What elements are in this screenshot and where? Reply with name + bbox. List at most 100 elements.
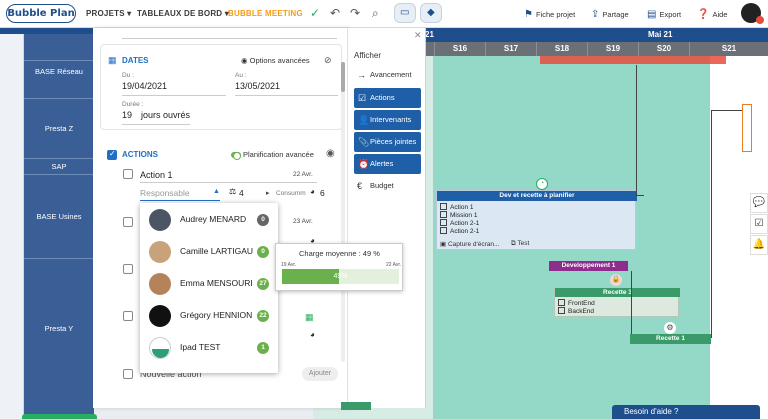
toggle-avancement[interactable]: → Avancement: [354, 66, 421, 84]
eye-icon: ◉: [241, 56, 250, 65]
progress-icon[interactable]: ◔: [536, 178, 548, 190]
nav-bubble-meeting[interactable]: BUBBLE MEETING: [228, 9, 303, 18]
list-item[interactable]: Camille LARTIGAU 0: [140, 236, 278, 267]
action-checkbox[interactable]: [123, 264, 133, 274]
close-icon[interactable]: ✕: [414, 30, 422, 41]
search-icon[interactable]: ⌕: [372, 6, 379, 21]
toggle-pieces-jointes[interactable]: 📎 Pièces jointes: [354, 132, 421, 152]
actions-checkbox[interactable]: [107, 149, 117, 160]
task-item[interactable]: Action 2-1: [440, 219, 479, 227]
list-item[interactable]: Grégory HENNION 22: [140, 300, 278, 331]
task-item[interactable]: Action 2-1: [440, 227, 479, 235]
consum-field[interactable]: 6: [320, 188, 325, 198]
action-date: 23 Avr.: [293, 218, 313, 225]
new-action-checkbox[interactable]: [123, 369, 133, 379]
planification-label: Planification avancée: [243, 150, 314, 159]
lock-icon[interactable]: 🔒: [610, 274, 622, 286]
task-item[interactable]: FrontEnd: [558, 299, 595, 307]
task-developpement[interactable]: Developpement 1: [549, 261, 628, 271]
task-bar-bottom[interactable]: [341, 402, 371, 410]
eye-icon[interactable]: ◉: [326, 148, 335, 159]
dates-title: DATES: [122, 56, 149, 65]
planification-toggle[interactable]: [231, 152, 241, 160]
checkbox-icon: ☑: [358, 93, 367, 103]
aide-button[interactable]: ❓ Aide: [697, 9, 727, 20]
task-card-recette3[interactable]: Recette 3 FrontEnd BackEnd: [554, 287, 680, 317]
external-link[interactable]: ⧉ Test: [511, 240, 529, 248]
field-underline: [122, 124, 190, 125]
month-label-left: 21: [425, 30, 434, 39]
hide-icon[interactable]: ⊘: [324, 55, 332, 66]
action-name[interactable]: Action 1: [140, 170, 173, 180]
nav-tableaux-de-bord[interactable]: TABLEAUX DE BORD ▾: [137, 9, 229, 18]
task-title: Recette 3: [555, 288, 680, 297]
fiche-projet-button[interactable]: ⚑ Fiche projet: [524, 9, 575, 20]
toggle-intervenants[interactable]: 👤 Intervenants: [354, 110, 421, 130]
add-action-button[interactable]: Ajouter: [302, 367, 338, 381]
top-bar: Bubble Plan PROJETS ▾ TABLEAUX DE BORD ▾…: [0, 0, 768, 28]
task-item[interactable]: BackEnd: [558, 307, 594, 315]
row-presta-y[interactable]: Presta Y: [24, 258, 94, 419]
undo-icon[interactable]: ↶: [330, 6, 340, 20]
partage-button[interactable]: ⇪ Partage: [591, 9, 629, 20]
charge-field[interactable]: 4: [239, 188, 244, 198]
caret-up-icon[interactable]: ▲: [213, 188, 220, 195]
scrollbar-track[interactable]: [341, 62, 345, 362]
start-date-field[interactable]: 19/04/2021: [122, 81, 167, 91]
list-item[interactable]: Audrey MENARD 0: [140, 204, 278, 235]
responsable-dropdown: Audrey MENARD 0 Camille LARTIGAU 0 Emma …: [140, 203, 278, 373]
end-date-field[interactable]: 13/05/2021: [235, 81, 280, 91]
tooltip-start: 19 Avr.: [281, 262, 297, 268]
green-tab[interactable]: [22, 414, 97, 419]
attachment-link[interactable]: ▣ Capture d'écran...: [440, 240, 499, 248]
dependency-line: [636, 195, 644, 196]
duration-field[interactable]: 19: [122, 110, 132, 120]
diamond-icon: ◆: [427, 7, 435, 18]
project-bar[interactable]: [540, 56, 726, 64]
list-item[interactable]: Ipad TEST 1: [140, 332, 278, 363]
pie-icon: ◕: [310, 187, 315, 196]
task-card-dev-recette[interactable]: Dev et recette à planifier Action 1 Miss…: [436, 190, 637, 250]
help-button[interactable]: Besoin d'aide ?: [612, 405, 760, 419]
calendar-check-icon[interactable]: ▦: [305, 312, 314, 323]
row-presta-z[interactable]: Presta Z: [24, 98, 94, 158]
task-item[interactable]: Mission 1: [440, 211, 477, 219]
scrollbar-thumb[interactable]: [341, 62, 345, 92]
list-item[interactable]: Emma MENSOURI 27: [140, 268, 278, 299]
action-checkbox[interactable]: [123, 311, 133, 321]
logo[interactable]: Bubble Plan: [6, 4, 76, 23]
chat-icon[interactable]: 💬: [750, 193, 768, 213]
action-checkbox[interactable]: [123, 169, 133, 179]
task-recette1[interactable]: Recette 1: [630, 334, 711, 344]
settings-icon[interactable]: ⚙: [664, 322, 676, 334]
row-base-reseau[interactable]: BASE Réseau: [24, 60, 94, 98]
responsable-input[interactable]: Responsable: [140, 188, 190, 198]
afficher-panel: [348, 28, 426, 408]
toggle-budget[interactable]: € Budget: [354, 177, 421, 195]
nav-projets[interactable]: PROJETS ▾: [86, 9, 131, 18]
week-label: S17: [485, 42, 536, 56]
redo-icon[interactable]: ↷: [350, 6, 360, 20]
bell-icon[interactable]: 🔔: [750, 235, 768, 255]
workload-icon: ⚖: [229, 187, 237, 196]
export-button[interactable]: ▤ Export: [647, 9, 681, 20]
chevron-right-icon[interactable]: ▸: [266, 189, 270, 197]
checklist-icon[interactable]: ☑: [750, 214, 768, 234]
week-label: S19: [587, 42, 638, 56]
row-sap[interactable]: SAP: [24, 158, 94, 174]
alarm-icon: ⏰: [358, 159, 370, 169]
diamond-view-button[interactable]: ◆: [420, 3, 442, 23]
calendar-view-button[interactable]: ▭: [394, 3, 416, 23]
avatar: [149, 305, 171, 327]
count-badge: 27: [257, 278, 269, 290]
toggle-alertes[interactable]: ⏰ Alertes: [354, 154, 421, 174]
task-card-partial[interactable]: [742, 104, 752, 152]
row-gutter: [0, 34, 24, 419]
action-checkbox[interactable]: [123, 217, 133, 227]
advanced-options-toggle[interactable]: ◉ Options avancées: [241, 56, 310, 65]
toggle-actions[interactable]: ☑ Actions: [354, 88, 421, 108]
check-icon[interactable]: ✓: [310, 6, 320, 20]
row-base-usines[interactable]: BASE Usines: [24, 174, 94, 258]
count-badge: 0: [257, 214, 269, 226]
task-item[interactable]: Action 1: [440, 203, 474, 211]
